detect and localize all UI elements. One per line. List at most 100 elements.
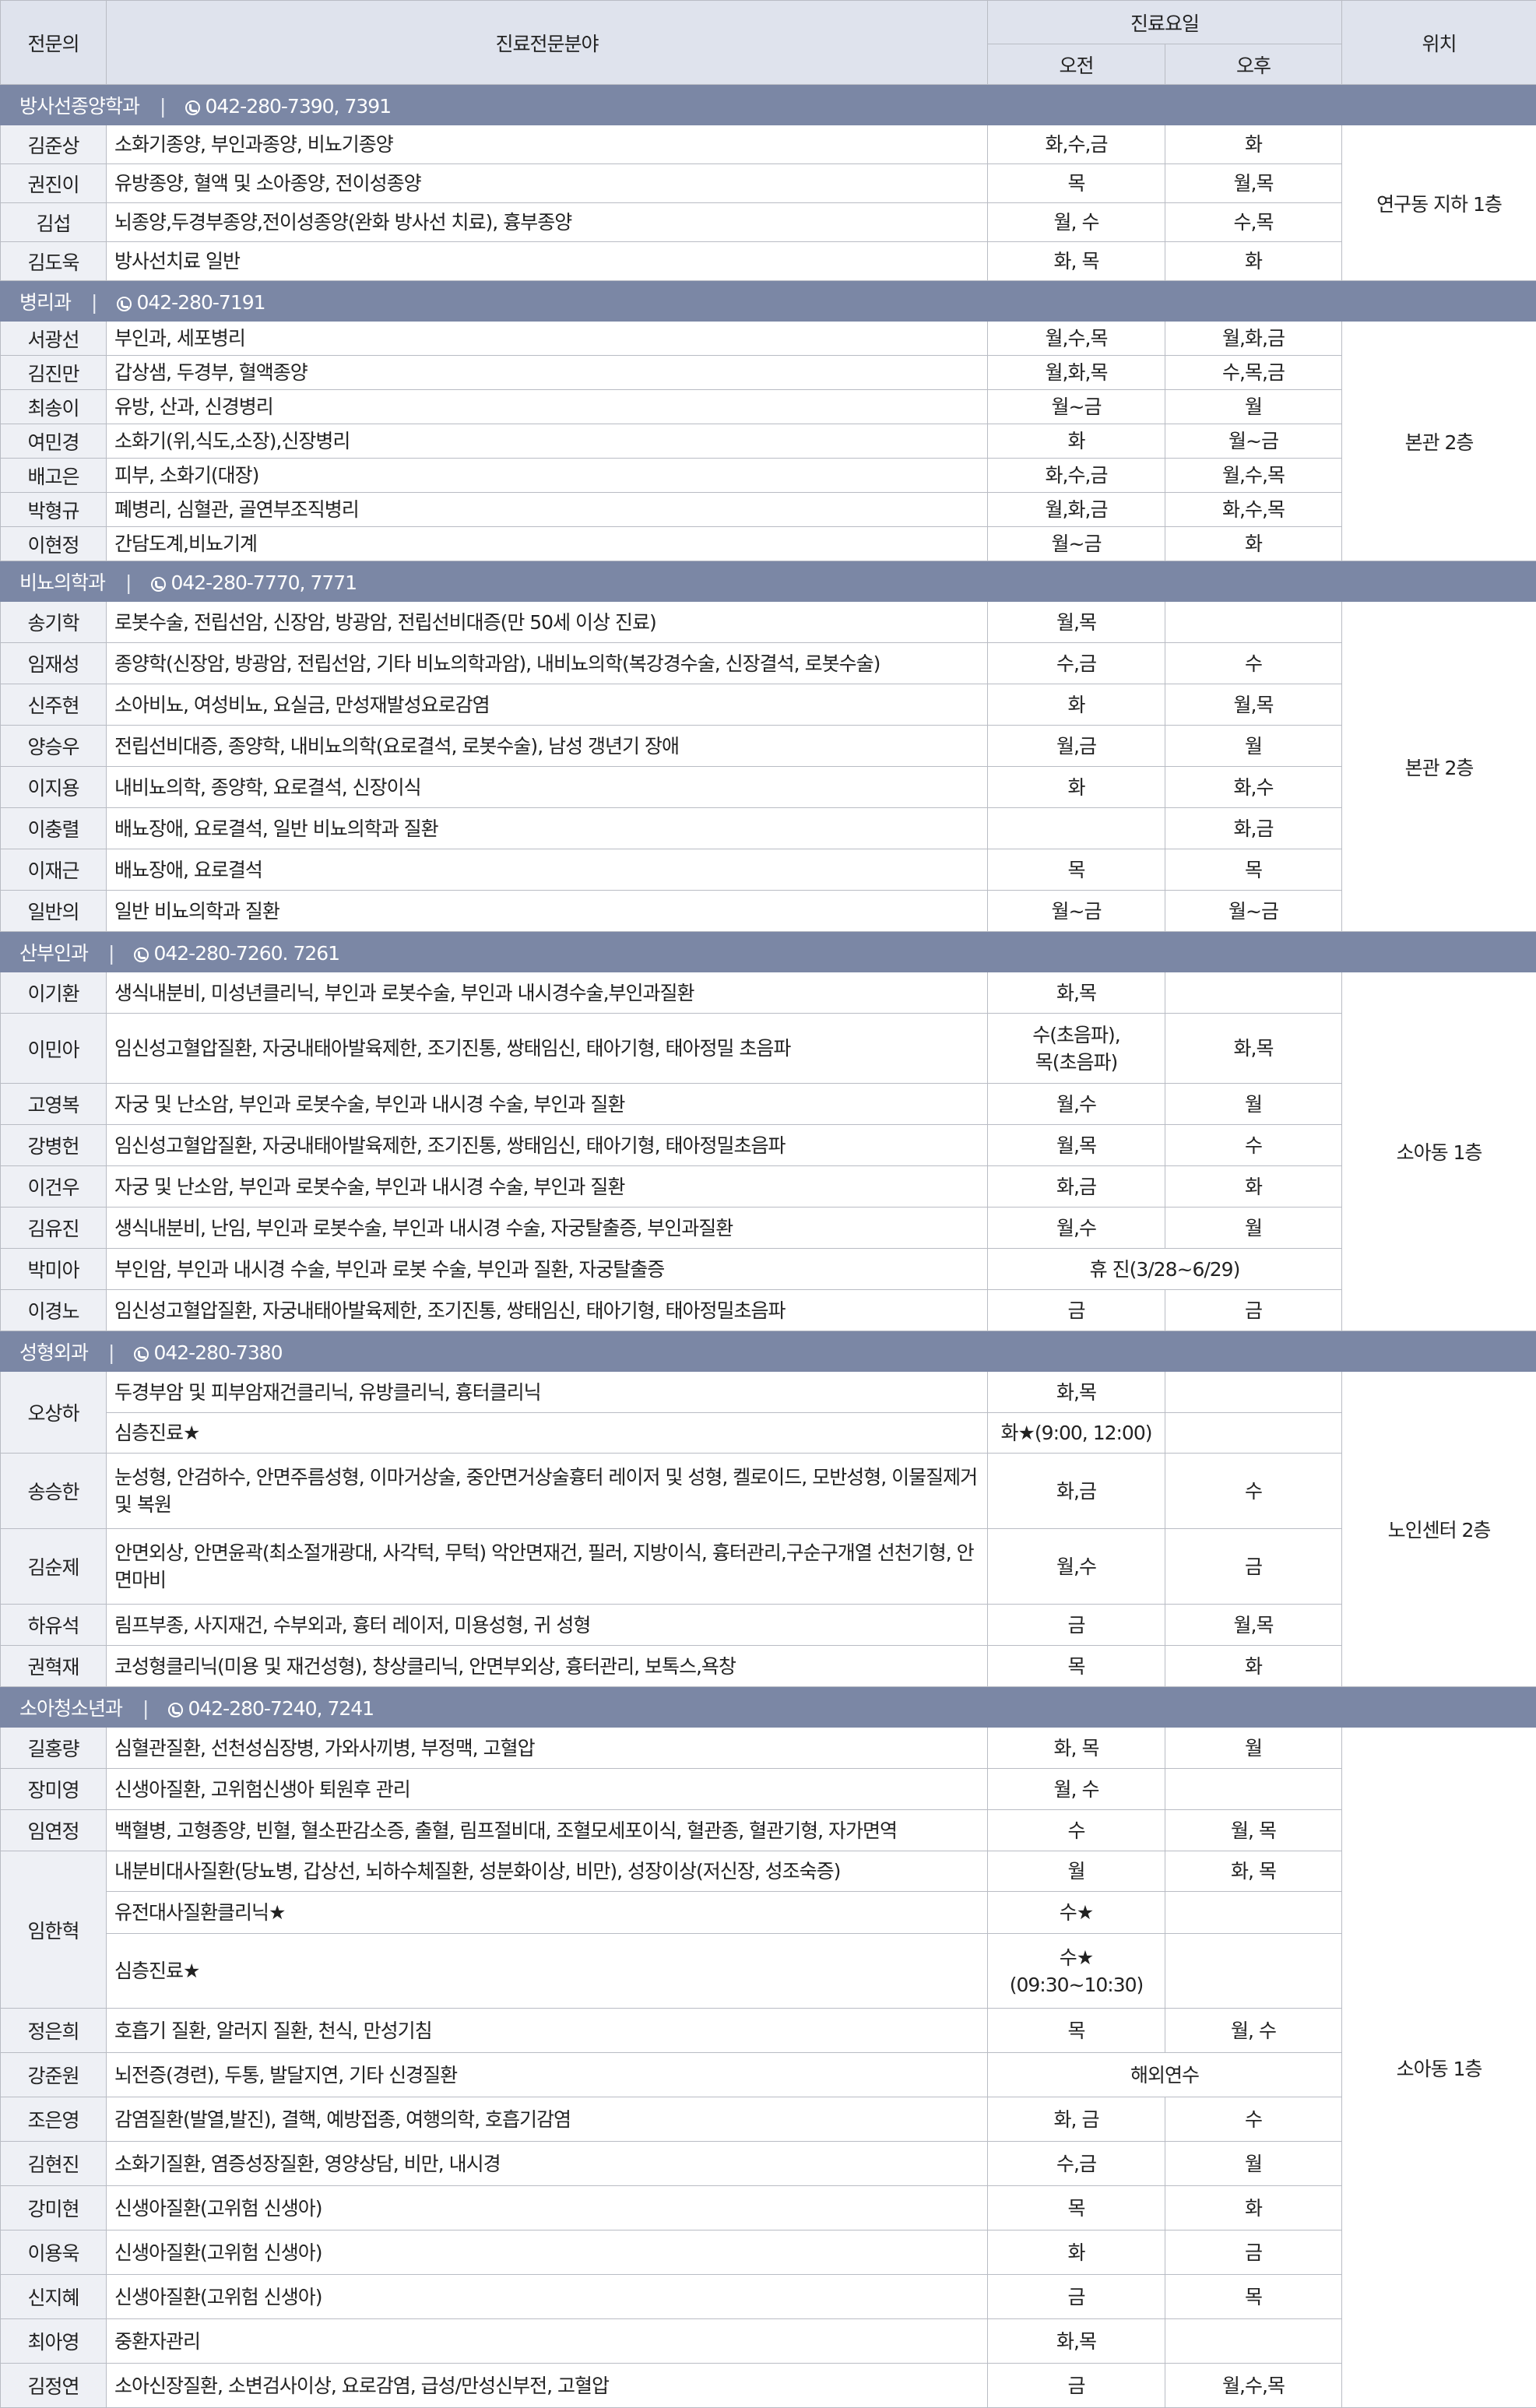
table-row: 강병헌임신성고혈압질환, 자궁내태아발육제한, 조기진통, 쌍태임신, 태아기형… <box>1 1125 1536 1166</box>
specialty-cell: 내분비대사질환(당뇨병, 갑상선, 뇌하수체질환, 성분화이상, 비만), 성장… <box>107 1851 988 1892</box>
department-name: 방사선종양학과 <box>19 95 139 118</box>
table-row: 정은희호흡기 질환, 알러지 질환, 천식, 만성기침목월, 수 <box>1 2009 1536 2053</box>
department-header-row: 방사선종양학과|042-280-7390, 7391 <box>1 85 1536 125</box>
doctor-name: 강병헌 <box>1 1125 107 1166</box>
schedule-table: 전문의 진료전문분야 진료요일 위치 오전 오후 방사선종양학과|042-280… <box>0 0 1536 2408</box>
table-row: 최송이유방, 산과, 신경병리월~금월 <box>1 390 1536 424</box>
department-header-row: 산부인과|042-280-7260. 7261 <box>1 932 1536 972</box>
am-schedule: 월,수 <box>988 1208 1165 1249</box>
specialty-cell: 뇌전증(경련), 두통, 발달지연, 기타 신경질환 <box>107 2053 988 2097</box>
doctor-name: 신주현 <box>1 684 107 726</box>
specialty-cell: 임신성고혈압질환, 자궁내태아발육제한, 조기진통, 쌍태임신, 태아기형, 태… <box>107 1125 988 1166</box>
table-row: 길홍량심혈관질환, 선천성심장병, 가와사끼병, 부정맥, 고혈압화, 목월소아… <box>1 1728 1536 1769</box>
doctor-name: 이지용 <box>1 767 107 808</box>
specialty-cell: 부인암, 부인과 내시경 수술, 부인과 로봇 수술, 부인과 질환, 자궁탈출… <box>107 1249 988 1290</box>
pm-schedule: 월~금 <box>1165 891 1342 932</box>
specialty-cell: 유전대사질환클리닉★ <box>107 1892 988 1934</box>
doctor-name: 이현정 <box>1 527 107 561</box>
table-row: 양승우전립선비대증, 종양학, 내비뇨의학(요로결석, 로봇수술), 남성 갱년… <box>1 726 1536 767</box>
pm-schedule: 월, 목 <box>1165 1810 1342 1851</box>
doctor-name: 이기환 <box>1 972 107 1014</box>
am-schedule: 수,금 <box>988 643 1165 684</box>
pm-schedule: 월 <box>1165 1084 1342 1125</box>
am-schedule: 월,수 <box>988 1084 1165 1125</box>
pm-schedule: 금 <box>1165 2230 1342 2275</box>
specialty-cell: 유방종양, 혈액 및 소아종양, 전이성종양 <box>107 164 988 203</box>
table-row: 일반의일반 비뇨의학과 질환월~금월~금 <box>1 891 1536 932</box>
specialty-cell: 내비뇨의학, 종양학, 요로결석, 신장이식 <box>107 767 988 808</box>
am-schedule: 월,목 <box>988 1125 1165 1166</box>
specialty-cell: 생식내분비, 미성년클리닉, 부인과 로봇수술, 부인과 내시경수술,부인과질환 <box>107 972 988 1014</box>
pm-schedule: 월 <box>1165 1728 1342 1769</box>
doctor-name: 김도욱 <box>1 242 107 281</box>
specialty-cell: 유방, 산과, 신경병리 <box>107 390 988 424</box>
am-schedule: 월,목 <box>988 602 1165 643</box>
pm-schedule: 월,화,금 <box>1165 322 1342 356</box>
am-schedule: 화 <box>988 2230 1165 2275</box>
pm-schedule <box>1165 602 1342 643</box>
doctor-name: 배고은 <box>1 459 107 493</box>
specialty-cell: 뇌종양,두경부종양,전이성종양(완화 방사선 치료), 흉부종양 <box>107 203 988 242</box>
table-row: 하유석림프부종, 사지재건, 수부외과, 흉터 레이저, 미용성형, 귀 성형금… <box>1 1605 1536 1646</box>
doctor-name: 김순제 <box>1 1529 107 1605</box>
table-row: 이충렬배뇨장애, 요로결석, 일반 비뇨의학과 질환화,금 <box>1 808 1536 849</box>
location-cell: 본관 2층 <box>1342 322 1536 561</box>
am-schedule: 월,금 <box>988 726 1165 767</box>
specialty-cell: 방사선치료 일반 <box>107 242 988 281</box>
doctor-name: 조은영 <box>1 2097 107 2142</box>
table-row: 김준상소화기종양, 부인과종양, 비뇨기종양화,수,금화연구동 지하 1층 <box>1 125 1536 164</box>
table-row: 박형규폐병리, 심혈관, 골연부조직병리월,화,금화,수,목 <box>1 493 1536 527</box>
specialty-cell: 신생아질환, 고위험신생아 퇴원후 관리 <box>107 1769 988 1810</box>
specialty-cell: 간담도계,비뇨기계 <box>107 527 988 561</box>
pm-schedule <box>1165 1892 1342 1934</box>
am-schedule: 월, 수 <box>988 1769 1165 1810</box>
schedule-body: 방사선종양학과|042-280-7390, 7391김준상소화기종양, 부인과종… <box>1 85 1536 2408</box>
table-row: 배고은피부, 소화기(대장)화,수,금월,수,목 <box>1 459 1536 493</box>
pm-schedule: 수 <box>1165 2097 1342 2142</box>
am-schedule: 수(초음파),목(초음파) <box>988 1014 1165 1084</box>
doctor-name: 송승한 <box>1 1454 107 1529</box>
specialty-cell: 림프부종, 사지재건, 수부외과, 흉터 레이저, 미용성형, 귀 성형 <box>107 1605 988 1646</box>
doctor-name: 김섭 <box>1 203 107 242</box>
doctor-name: 김준상 <box>1 125 107 164</box>
specialty-cell: 전립선비대증, 종양학, 내비뇨의학(요로결석, 로봇수술), 남성 갱년기 장… <box>107 726 988 767</box>
specialty-cell: 종양학(신장암, 방광암, 전립선암, 기타 비뇨의학과암), 내비뇨의학(복강… <box>107 643 988 684</box>
department-header-row: 병리과|042-280-7191 <box>1 281 1536 322</box>
doctor-name: 송기학 <box>1 602 107 643</box>
table-row: 김정연소아신장질환, 소변검사이상, 요로감염, 급성/만성신부전, 고혈압금월… <box>1 2364 1536 2408</box>
pm-schedule: 목 <box>1165 2275 1342 2319</box>
specialty-cell: 신생아질환(고위험 신생아) <box>107 2275 988 2319</box>
am-schedule <box>988 808 1165 849</box>
am-schedule: 수★ <box>988 1892 1165 1934</box>
doctor-name: 서광선 <box>1 322 107 356</box>
specialty-cell: 임신성고혈압질환, 자궁내태아발육제한, 조기진통, 쌍태임신, 태아기형, 태… <box>107 1014 988 1084</box>
table-row: 이건우자궁 및 난소암, 부인과 로봇수술, 부인과 내시경 수술, 부인과 질… <box>1 1166 1536 1208</box>
phone-icon <box>117 297 132 311</box>
doctor-name: 최송이 <box>1 390 107 424</box>
specialty-cell: 소아비뇨, 여성비뇨, 요실금, 만성재발성요로감염 <box>107 684 988 726</box>
am-schedule: 화,금 <box>988 1166 1165 1208</box>
department-header: 비뇨의학과|042-280-7770, 7771 <box>1 561 1536 602</box>
specialty-cell: 배뇨장애, 요로결석, 일반 비뇨의학과 질환 <box>107 808 988 849</box>
specialty-cell: 배뇨장애, 요로결석 <box>107 849 988 891</box>
pm-schedule: 수 <box>1165 1454 1342 1529</box>
am-schedule: 월 <box>988 1851 1165 1892</box>
table-row: 김현진소화기질환, 염증성장질환, 영양상담, 비만, 내시경수,금월 <box>1 2142 1536 2186</box>
separator: | <box>108 1341 114 1364</box>
separator: | <box>142 1697 148 1720</box>
department-phone: 042-280-7380 <box>153 1341 282 1364</box>
table-row: 김순제안면외상, 안면윤곽(최소절개광대, 사각턱, 무턱) 악안면재건, 필러… <box>1 1529 1536 1605</box>
department-phone: 042-280-7770, 7771 <box>170 571 357 594</box>
am-schedule: 목 <box>988 164 1165 203</box>
table-row: 이지용내비뇨의학, 종양학, 요로결석, 신장이식화화,수 <box>1 767 1536 808</box>
department-phone: 042-280-7191 <box>136 291 265 314</box>
am-schedule: 월,화,목 <box>988 356 1165 390</box>
doctor-name: 고영복 <box>1 1084 107 1125</box>
doctor-name: 최아영 <box>1 2319 107 2364</box>
pm-schedule: 월~금 <box>1165 424 1342 459</box>
pm-schedule: 화,목 <box>1165 1014 1342 1084</box>
table-row: 권혁재코성형클리닉(미용 및 재건성형), 창상클리닉, 안면부외상, 흉터관리… <box>1 1646 1536 1687</box>
doctor-name: 신지혜 <box>1 2275 107 2319</box>
specialty-cell: 부인과, 세포병리 <box>107 322 988 356</box>
specialty-cell: 소아신장질환, 소변검사이상, 요로감염, 급성/만성신부전, 고혈압 <box>107 2364 988 2408</box>
